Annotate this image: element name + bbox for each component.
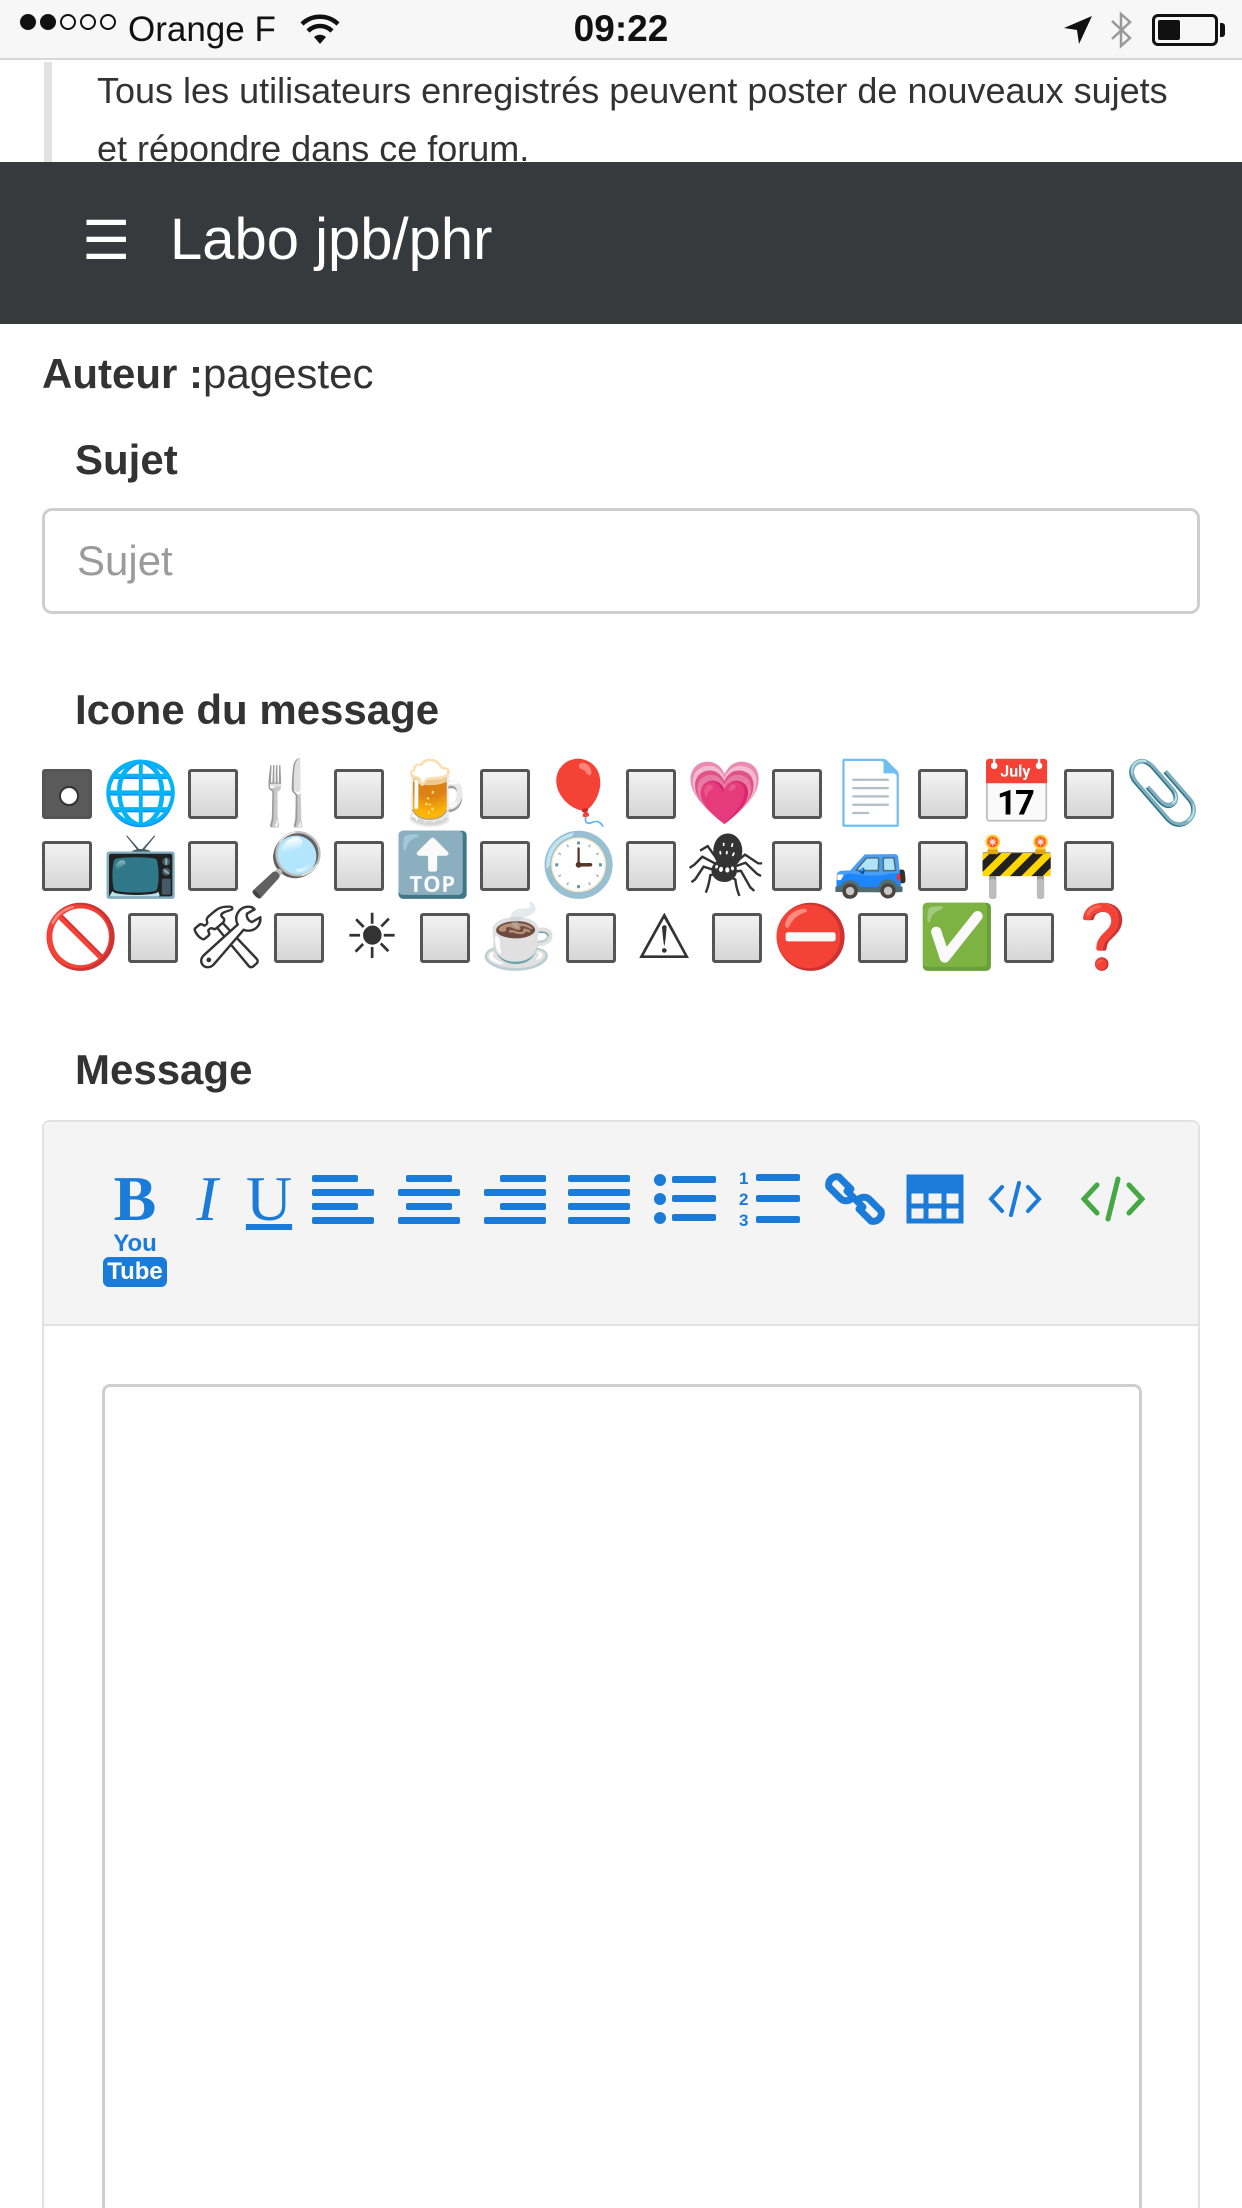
battery-icon <box>1152 14 1218 46</box>
forum-permissions-notice: Tous les utilisateurs enregistrés peuven… <box>0 62 1242 169</box>
svg-text:3: 3 <box>739 1211 748 1230</box>
heart-icon[interactable]: 💗 <box>686 756 763 832</box>
icon-radio[interactable] <box>712 913 762 963</box>
author-label: Auteur : <box>42 350 203 397</box>
justify-button[interactable] <box>564 1164 634 1234</box>
icon-picker-row-3: 🚫 🛠 ☀ ☕ ⚠ ⛔ ✅ ❓ <box>42 900 1141 976</box>
numbered-list-icon: 1 2 3 <box>739 1169 800 1230</box>
icon-radio[interactable] <box>334 841 384 891</box>
author-value: pagestec <box>203 350 374 397</box>
globe-icon[interactable]: 🌐 <box>102 756 179 832</box>
notice-text: Tous les utilisateurs enregistrés peuven… <box>97 70 1168 169</box>
youtube-button[interactable]: You Tube <box>100 1224 170 1294</box>
code-icon <box>988 1181 1042 1217</box>
icon-radio[interactable] <box>334 769 384 819</box>
prohibited-icon[interactable]: 🚫 <box>42 900 119 976</box>
source-code-icon <box>1081 1176 1145 1222</box>
youtube-tube-text: Tube <box>103 1257 167 1287</box>
message-textarea[interactable] <box>102 1384 1142 2208</box>
subject-input[interactable] <box>42 508 1200 614</box>
construction-icon[interactable]: 🚧 <box>978 828 1055 904</box>
youtube-you-text: You <box>113 1230 157 1257</box>
paperclip-icon[interactable]: 📎 <box>1124 756 1201 832</box>
link-icon <box>825 1173 885 1225</box>
icon-radio[interactable] <box>42 769 92 819</box>
icon-radio[interactable] <box>772 769 822 819</box>
align-center-icon <box>398 1175 460 1224</box>
icon-radio[interactable] <box>420 913 470 963</box>
underline-button[interactable]: U <box>234 1164 304 1234</box>
bullet-list-icon <box>654 1174 716 1224</box>
icon-radio[interactable] <box>274 913 324 963</box>
tv-icon[interactable]: 📺 <box>102 828 179 904</box>
beer-icon[interactable]: 🍺 <box>394 756 471 832</box>
italic-button[interactable]: I <box>172 1164 242 1234</box>
icon-radio[interactable] <box>42 841 92 891</box>
coffee-icon[interactable]: ☕ <box>480 900 557 976</box>
message-icon-label: Icone du message <box>75 686 440 733</box>
icon-radio[interactable] <box>188 769 238 819</box>
icon-radio[interactable] <box>1004 913 1054 963</box>
icon-picker-row-1: 🌐 🍴 🍺 🎈 💗 📄 📅 📎 <box>42 756 1201 832</box>
tools-icon[interactable]: 🛠 <box>188 900 267 976</box>
no-entry-icon[interactable]: ⛔ <box>772 900 849 976</box>
align-left-button[interactable] <box>308 1164 378 1234</box>
icon-radio[interactable] <box>626 769 676 819</box>
check-icon[interactable]: ✅ <box>918 900 995 976</box>
bluetooth-icon <box>1111 11 1132 49</box>
question-icon[interactable]: ❓ <box>1064 900 1141 976</box>
icon-radio[interactable] <box>188 841 238 891</box>
icon-radio[interactable] <box>1064 841 1114 891</box>
code-button[interactable] <box>980 1164 1050 1234</box>
status-bar: Orange F 09:22 <box>0 0 1242 60</box>
source-view-button[interactable] <box>1078 1164 1148 1234</box>
editor-toolbar: B I U 123 You Tube <box>44 1122 1198 1326</box>
svg-text:1: 1 <box>739 1169 748 1188</box>
icon-radio[interactable] <box>858 913 908 963</box>
numbered-list-button[interactable]: 1 2 3 <box>734 1164 804 1234</box>
icon-radio[interactable] <box>918 769 968 819</box>
icon-radio[interactable] <box>128 913 178 963</box>
car-icon[interactable]: 🚙 <box>832 828 909 904</box>
icon-radio[interactable] <box>480 841 530 891</box>
table-button[interactable] <box>900 1164 970 1234</box>
clock: 09:22 <box>573 8 669 49</box>
document-icon[interactable]: 📄 <box>832 756 909 832</box>
site-title[interactable]: Labo jpb/phr <box>170 206 492 273</box>
warning-icon[interactable]: ⚠ <box>626 900 702 976</box>
sun-icon[interactable]: ☀ <box>334 900 410 976</box>
icon-radio[interactable] <box>480 769 530 819</box>
align-right-icon <box>484 1175 546 1224</box>
icon-radio[interactable] <box>1064 769 1114 819</box>
message-editor: B I U 123 You Tube <box>42 1120 1200 2208</box>
top-arrow-icon[interactable]: 🔝 <box>394 828 471 904</box>
magnifier-icon[interactable]: 🔎 <box>248 828 325 904</box>
balloon-icon[interactable]: 🎈 <box>540 756 617 832</box>
location-arrow-icon <box>1064 16 1092 44</box>
table-icon <box>906 1174 964 1224</box>
icon-radio[interactable] <box>772 841 822 891</box>
icon-radio[interactable] <box>566 913 616 963</box>
justify-icon <box>568 1175 630 1224</box>
link-button[interactable] <box>820 1164 890 1234</box>
svg-text:2: 2 <box>739 1190 748 1209</box>
bullet-list-button[interactable] <box>650 1164 720 1234</box>
clock-icon[interactable]: 🕒 <box>540 828 617 904</box>
align-right-button[interactable] <box>480 1164 550 1234</box>
icon-picker-row-2: 📺 🔎 🔝 🕒 🕷 🚙 🚧 <box>42 828 1114 904</box>
fork-knife-icon[interactable]: 🍴 <box>248 756 325 832</box>
menu-icon[interactable]: ☰ <box>82 214 130 268</box>
calendar-icon[interactable]: 📅 <box>978 756 1055 832</box>
author-line: Auteur :pagestec <box>42 350 373 398</box>
icon-radio[interactable] <box>626 841 676 891</box>
navbar: ☰ Labo jpb/phr <box>0 162 1242 324</box>
align-center-button[interactable] <box>394 1164 464 1234</box>
subject-label: Sujet <box>75 436 178 483</box>
spider-icon[interactable]: 🕷 <box>686 828 765 904</box>
icon-radio[interactable] <box>918 841 968 891</box>
align-left-icon <box>312 1175 374 1224</box>
message-label: Message <box>75 1046 253 1093</box>
